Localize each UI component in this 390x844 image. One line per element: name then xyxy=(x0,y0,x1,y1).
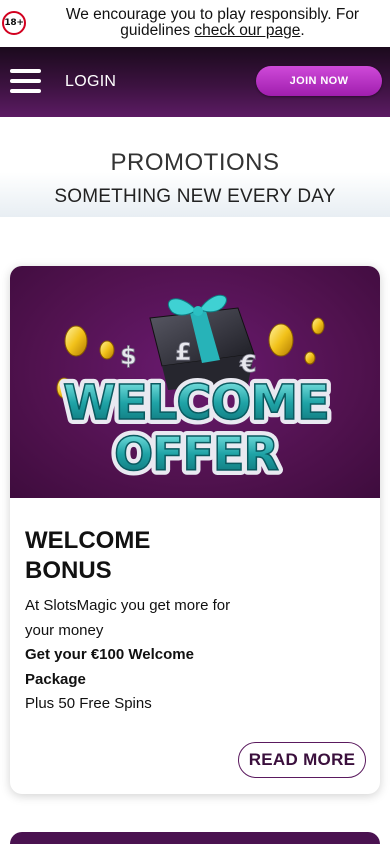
pound-sign-icon: £ xyxy=(175,338,192,366)
promo-card-next[interactable] xyxy=(10,832,380,844)
responsible-gaming-text: We encourage you to play responsibly. Fo… xyxy=(40,7,385,39)
responsible-gaming-period: . xyxy=(300,22,305,39)
welcome-offer-artwork: $ £ € WELCOME WELCOME OFFER OFFER xyxy=(56,294,335,486)
site-header: LOGIN JOIN NOW xyxy=(0,47,390,117)
euro-sign-icon: € xyxy=(239,350,257,378)
welcome-offer-image[interactable]: $ £ € WELCOME WELCOME OFFER OFFER xyxy=(10,266,380,498)
login-link[interactable]: LOGIN xyxy=(65,73,116,91)
guidelines-link[interactable]: check our page xyxy=(194,22,300,39)
promo-card-welcome-bonus: $ £ € WELCOME WELCOME OFFER OFFER WELCOM… xyxy=(10,266,380,794)
welcome-offer-line1: WELCOME xyxy=(63,375,329,431)
join-now-button[interactable]: JOIN NOW xyxy=(256,66,382,96)
card-free-spins-line: Plus 50 Free Spins xyxy=(25,695,152,712)
promotions-heading-section: PROMOTIONS SOMETHING NEW EVERY DAY xyxy=(0,117,390,217)
card-description: At SlotsMagic you get more for your mone… xyxy=(25,594,255,717)
page-title: PROMOTIONS xyxy=(110,149,280,176)
hamburger-menu-icon[interactable] xyxy=(10,69,41,93)
responsible-gaming-banner: 18+ We encourage you to play responsibly… xyxy=(0,0,390,47)
age-18-plus-icon: 18+ xyxy=(2,11,26,35)
dollar-sign-icon: $ xyxy=(120,342,137,370)
card-title: WELCOME BONUS xyxy=(25,527,151,584)
welcome-offer-line2: OFFER xyxy=(114,427,278,481)
card-offer-highlight: Get your €100 Welcome Package xyxy=(25,646,194,688)
read-more-button[interactable]: READ MORE xyxy=(238,742,366,778)
card-description-line: At SlotsMagic you get more for your mone… xyxy=(25,597,231,639)
page-subtitle: SOMETHING NEW EVERY DAY xyxy=(54,186,336,207)
